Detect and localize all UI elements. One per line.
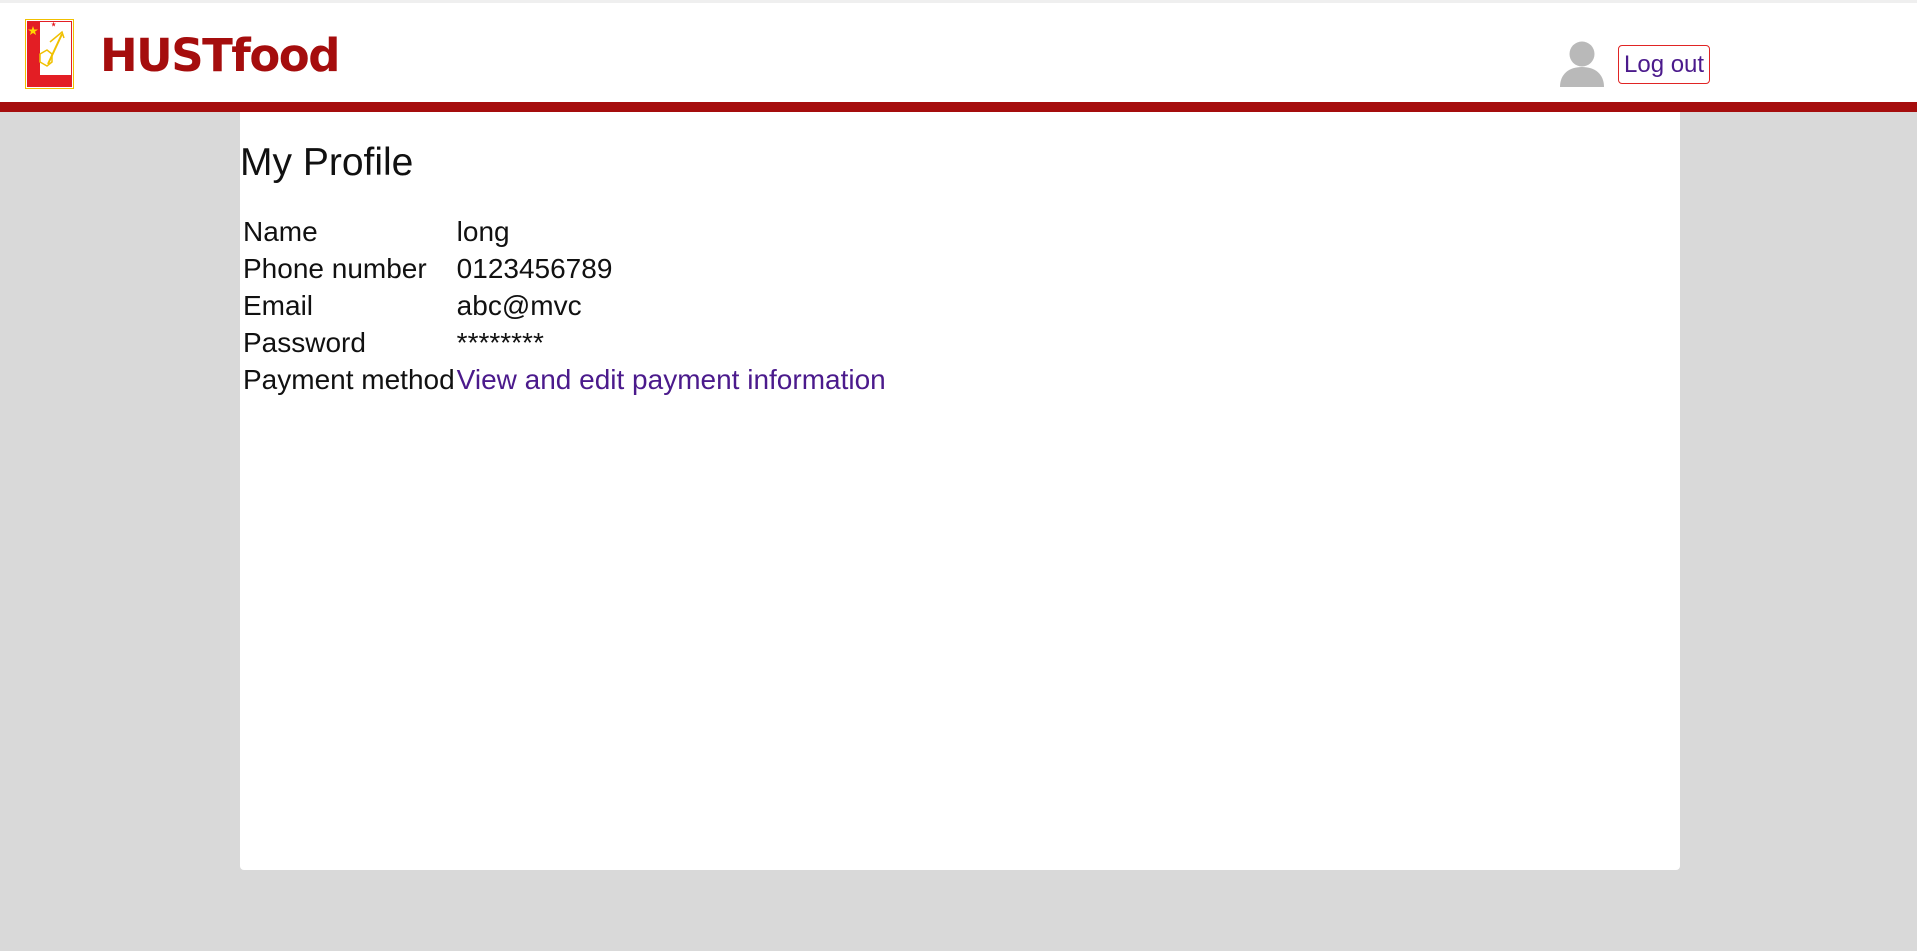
payment-cell: View and edit payment information [457, 362, 886, 397]
phone-label: Phone number [243, 253, 427, 284]
profile-card: My Profile Name long Phone number 012345… [240, 112, 1680, 870]
email-value: abc@mvc [456, 290, 582, 321]
profile-table: Name long Phone number 0123456789 Email … [241, 212, 888, 399]
user-avatar-icon[interactable] [1559, 40, 1605, 87]
name-label: Name [243, 216, 318, 247]
profile-row-phone: Phone number 0123456789 [243, 251, 886, 286]
page-title: My Profile [240, 141, 414, 184]
password-label: Password [243, 327, 366, 358]
profile-row-email: Email abc@mvc [243, 288, 886, 323]
password-value: ******** [456, 327, 544, 358]
logout-button[interactable]: Log out [1618, 45, 1711, 84]
payment-info-link[interactable]: View and edit payment information [457, 364, 886, 395]
top-header: HUSTfood Log out [0, 0, 1917, 112]
phone-value: 0123456789 [456, 253, 613, 284]
brand-title[interactable]: HUSTfood [100, 28, 340, 84]
profile-row-payment: Payment method View and edit payment inf… [243, 362, 886, 397]
email-label: Email [243, 290, 314, 321]
bach-khoa-logo-icon[interactable] [25, 19, 74, 89]
profile-row-password: Password ******** [243, 325, 886, 360]
profile-row-name: Name long [243, 214, 886, 249]
payment-label: Payment method [243, 364, 455, 395]
name-value: long [456, 216, 510, 247]
